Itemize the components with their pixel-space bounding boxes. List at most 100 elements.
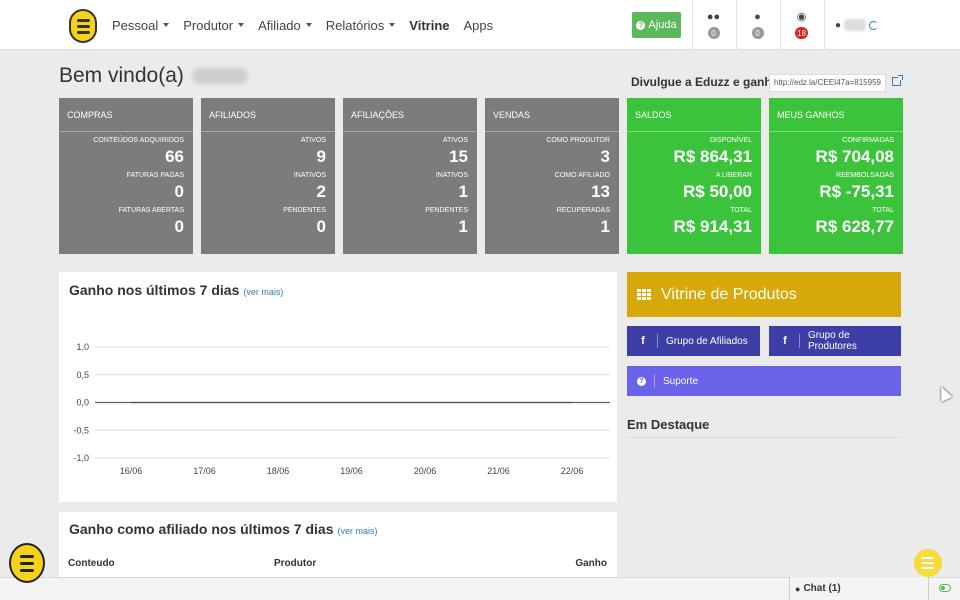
y-tick-label: 0,5 <box>76 370 89 380</box>
x-tick-label: 16/06 <box>120 466 143 476</box>
stat-label: COMO PRODUTOR <box>546 137 610 144</box>
messages-nav-button[interactable]: ● 0 <box>736 0 778 50</box>
column-header-ganho: Ganho <box>575 558 607 569</box>
user-icon: ● <box>835 19 842 31</box>
stat-title: MEUS GANHOS <box>769 98 903 132</box>
column-header-conteudo: Conteudo <box>68 558 115 569</box>
question-icon: ? <box>637 376 646 386</box>
facebook-icon: f <box>641 335 645 347</box>
stat-value: R$ 914,31 <box>673 217 752 236</box>
stat-value: 66 <box>165 147 184 166</box>
promo-label: Divulgue a Eduzz e ganhe! <box>631 75 783 89</box>
y-tick-label: -1,0 <box>73 453 89 463</box>
caret-down-icon <box>305 23 312 27</box>
stat-box-vendas: VENDAS COMO PRODUTOR 3 COMO AFILIADO 13 RE… <box>485 98 619 254</box>
chat-toggle-icon[interactable] <box>939 584 951 592</box>
welcome-heading: Bem vindo(a) <box>59 64 248 88</box>
stat-value: R$ 50,00 <box>683 182 752 201</box>
stat-label: ATIVOS <box>442 137 468 144</box>
stat-title: VENDAS <box>485 98 619 132</box>
x-tick-label: 19/06 <box>340 466 363 476</box>
main-menu: Pessoal Produtor Afiliado Relatórios Vit… <box>112 0 507 50</box>
stat-value: R$ 864,31 <box>673 147 752 166</box>
notifications-badge: 18 <box>795 27 808 39</box>
stat-value: 1 <box>600 217 610 236</box>
globe-icon: ◉ <box>796 11 807 23</box>
question-icon: ? <box>636 20 646 30</box>
stat-label: PENDENTES <box>283 207 326 214</box>
stat-value: 0 <box>174 182 184 201</box>
stat-title: COMPRAS <box>59 98 193 132</box>
stat-value: R$ 628,77 <box>815 217 894 236</box>
stat-label: DISPONÍVEL <box>709 137 752 144</box>
user-name-blurred <box>191 68 248 84</box>
messages-badge: 0 <box>751 27 764 39</box>
stat-label: CONTEÚDOS ADQUIRIDOS <box>93 137 184 144</box>
stat-label: CONFIRMADAS <box>842 137 894 144</box>
referral-link-field[interactable]: http://edz.la/CEEI47a=815959 <box>769 74 886 92</box>
users-nav-button[interactable]: ●● 0 <box>692 0 734 50</box>
x-tick-label: 20/06 <box>414 466 437 476</box>
stat-value: 1 <box>458 182 468 201</box>
user-name-blurred <box>844 19 867 31</box>
menu-produtor[interactable]: Produtor <box>183 18 245 33</box>
stat-label: TOTAL <box>730 207 752 214</box>
menu-apps[interactable]: Apps <box>464 18 494 33</box>
chat-tab[interactable]: ● Chat (1) <box>789 577 929 600</box>
users-badge: 0 <box>707 27 720 39</box>
stat-box-saldos: SALDOS DISPONÍVEL R$ 864,31 A LIBERAR R$ 5… <box>627 98 761 254</box>
grid-icon <box>637 289 651 300</box>
stat-value: 9 <box>316 147 326 166</box>
users-icon: ● <box>795 583 801 594</box>
vitrine-products-button[interactable]: Vitrine de Produtos <box>627 272 901 317</box>
menu-relatorios[interactable]: Relatórios <box>326 18 396 33</box>
stat-value: 2 <box>316 182 326 201</box>
stat-label: A LIBERAR <box>715 172 752 179</box>
x-tick-label: 22/06 <box>561 466 584 476</box>
floating-eduzz-logo[interactable] <box>9 543 45 583</box>
menu-vitrine[interactable]: Vitrine <box>409 18 449 33</box>
support-button[interactable]: ? Suporte <box>627 366 901 396</box>
stat-value: 1 <box>458 217 468 236</box>
stat-label: COMO AFILIADO <box>554 172 610 179</box>
stat-value: 13 <box>591 182 610 201</box>
affiliate-earnings-card: Ganho como afiliado nos últimos 7 dias (v… <box>59 512 617 577</box>
stat-title: AFILIAÇÕES <box>343 98 477 132</box>
help-label: Ajuda <box>648 19 677 31</box>
floating-help-icon[interactable] <box>914 549 942 577</box>
x-tick-label: 21/06 <box>487 466 510 476</box>
affiliates-group-button[interactable]: f Grupo de Afiliados <box>627 326 760 356</box>
menu-label: Afiliado <box>258 17 301 33</box>
menu-label: Relatórios <box>325 17 385 33</box>
producers-group-label: Grupo de Produtores <box>807 330 857 352</box>
mouse-cursor-icon <box>935 384 953 402</box>
stat-label: RECUPERADAS <box>556 207 610 214</box>
menu-afiliado[interactable]: Afiliado <box>258 18 312 33</box>
menu-pessoal[interactable]: Pessoal <box>112 17 170 33</box>
welcome-text: Bem vindo(a) <box>59 64 184 87</box>
affiliate-more-link[interactable]: (ver mais) <box>337 526 377 536</box>
stat-label: TOTAL <box>872 207 894 214</box>
vitrine-label: Vitrine de Produtos <box>661 285 797 303</box>
external-link-icon[interactable] <box>892 75 903 86</box>
help-button[interactable]: ? Ajuda <box>632 12 681 38</box>
y-tick-label: 0,0 <box>76 398 89 408</box>
stat-title: SALDOS <box>627 98 761 132</box>
chat-bubble-icon: ● <box>754 11 761 23</box>
x-tick-label: 18/06 <box>267 466 290 476</box>
stat-box-afiliados: AFILIADOS ATIVOS 9 INATIVOS 2 PENDENTES 0 <box>201 98 335 254</box>
user-menu[interactable]: ● <box>824 0 884 50</box>
stat-label: INATIVOS <box>435 172 468 179</box>
y-tick-label: 1,0 <box>76 342 89 352</box>
menu-label: Pessoal <box>112 17 159 33</box>
notifications-nav-button[interactable]: ◉ 18 <box>780 0 822 50</box>
caret-down-icon <box>238 23 245 27</box>
caret-down-icon <box>389 23 396 27</box>
stat-label: INATIVOS <box>293 172 326 179</box>
eduzz-logo[interactable] <box>69 9 97 43</box>
logout-icon[interactable] <box>869 20 879 30</box>
users-icon: ●● <box>706 11 721 23</box>
caret-down-icon <box>163 23 170 27</box>
stat-value: 15 <box>449 147 468 166</box>
producers-group-button[interactable]: f Grupo de Produtores <box>769 326 901 356</box>
